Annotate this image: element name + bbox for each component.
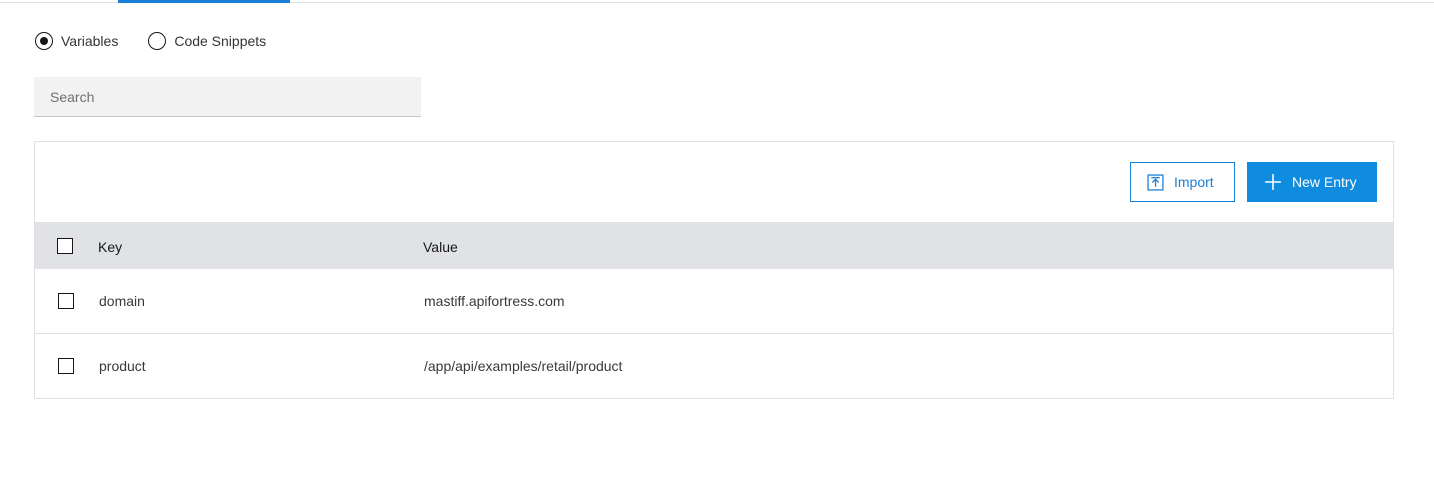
table-row[interactable]: domain mastiff.apifortress.com (35, 269, 1393, 334)
row-key: domain (99, 293, 145, 309)
radio-code-snippets[interactable]: Code Snippets (148, 32, 266, 50)
radio-code-snippets-label: Code Snippets (174, 33, 267, 49)
view-radio-group: Variables Code Snippets (35, 32, 266, 50)
row-checkbox[interactable] (58, 293, 74, 309)
table-toolbar: Import New Entry (1130, 162, 1377, 202)
column-header-key: Key (98, 239, 123, 255)
row-checkbox[interactable] (58, 358, 74, 374)
column-header-value: Value (423, 239, 458, 255)
radio-variables[interactable]: Variables (35, 32, 118, 50)
row-value: mastiff.apifortress.com (424, 293, 565, 309)
plus-icon (1265, 174, 1281, 190)
radio-unchecked-icon[interactable] (148, 32, 167, 50)
row-value: /app/api/examples/retail/product (424, 358, 623, 374)
import-button[interactable]: Import (1130, 162, 1235, 202)
active-tab-indicator (118, 0, 290, 3)
radio-variables-label: Variables (61, 33, 119, 49)
new-entry-button[interactable]: New Entry (1247, 162, 1377, 202)
variables-table: Import New Entry Key Value domain mastif… (34, 141, 1394, 399)
import-button-label: Import (1174, 174, 1214, 190)
select-all-checkbox[interactable] (57, 238, 73, 254)
import-icon (1147, 173, 1164, 191)
table-header: Key Value (35, 222, 1393, 269)
search-input[interactable] (34, 77, 421, 117)
row-key: product (99, 358, 146, 374)
radio-checked-icon[interactable] (35, 32, 53, 50)
new-entry-button-label: New Entry (1292, 174, 1357, 190)
table-row[interactable]: product /app/api/examples/retail/product (35, 334, 1393, 399)
